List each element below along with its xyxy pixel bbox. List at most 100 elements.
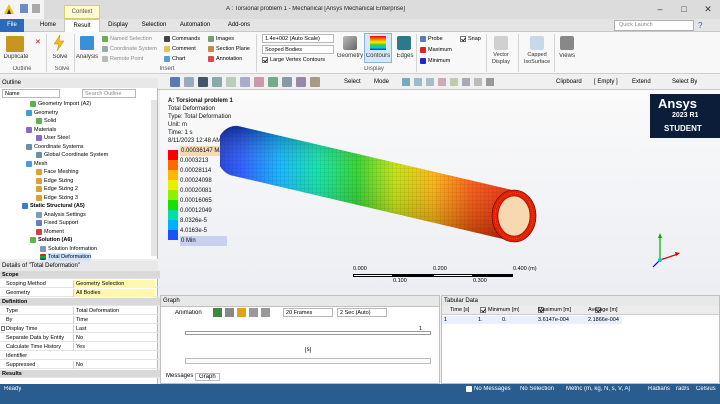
empty-selection-button[interactable]: [ Empty ]: [594, 74, 618, 90]
probe-button[interactable]: Probe: [420, 35, 443, 43]
tree-item-total-deformation[interactable]: Total Deformation: [40, 253, 92, 262]
images-button[interactable]: Images: [208, 35, 234, 43]
fit-icon[interactable]: [226, 77, 236, 87]
duplicate-icon[interactable]: [6, 36, 24, 52]
annotation-button[interactable]: Annotation: [208, 55, 242, 63]
details-row-calculate-time-history[interactable]: Calculate Time History Yes: [0, 343, 160, 351]
details-row-suppressed[interactable]: Suppressed No: [0, 361, 160, 369]
column-header-minimum[interactable]: Minimum [m]: [488, 307, 519, 313]
select-element-icon[interactable]: [450, 78, 458, 86]
status-selection[interactable]: No Selection: [520, 386, 554, 392]
select-edge-icon[interactable]: [426, 78, 434, 86]
previous-view-icon[interactable]: [282, 77, 292, 87]
tree-item-user-steel[interactable]: User Steel: [36, 134, 70, 142]
play-icon[interactable]: [213, 308, 222, 317]
tube-model[interactable]: [220, 120, 550, 250]
timeline-scrollbar[interactable]: [185, 358, 431, 364]
tree-item-edge-sizing-3[interactable]: Edge Sizing 3: [36, 194, 78, 202]
status-messages[interactable]: No Messages: [474, 386, 511, 392]
details-row-scoping-method[interactable]: Scoping Method Geometry Selection: [0, 280, 160, 288]
tab-result[interactable]: Result: [64, 19, 100, 32]
tree-item-solid[interactable]: Solid: [36, 117, 56, 125]
views-icon[interactable]: [560, 36, 574, 50]
pause-icon[interactable]: [225, 308, 234, 317]
close-button[interactable]: ✕: [696, 0, 720, 19]
comment-button[interactable]: Comment: [164, 45, 196, 53]
tab-home[interactable]: Home: [32, 19, 64, 32]
section-plane-button[interactable]: Section Plane: [208, 45, 250, 53]
stop-icon[interactable]: [237, 308, 246, 317]
next-frame-icon[interactable]: [261, 308, 270, 317]
duration-dropdown[interactable]: 2 Sec (Auto): [337, 308, 387, 317]
extend-dropdown[interactable]: Extend: [632, 74, 651, 90]
vector-display-icon[interactable]: [494, 36, 508, 50]
details-row-type[interactable]: Type Total Deformation: [0, 307, 160, 315]
column-header-average[interactable]: Average [m]: [588, 307, 618, 313]
next-view-icon[interactable]: [296, 77, 306, 87]
graphics-viewport[interactable]: A: Torsional problem 1 Total Deformation…: [160, 90, 720, 293]
tab-display[interactable]: Display: [100, 19, 136, 32]
solve-button[interactable]: Solve: [48, 54, 72, 60]
tree-item-moment[interactable]: Moment: [36, 228, 64, 236]
details-row-identifier[interactable]: Identifier: [0, 352, 160, 360]
analysis-button[interactable]: Analysis: [74, 54, 100, 60]
duplicate-button[interactable]: Duplicate: [0, 54, 32, 60]
tree-item-global-coordinate-system[interactable]: Global Coordinate System: [36, 151, 108, 159]
outline-scrollbar[interactable]: [151, 100, 157, 256]
table-row[interactable]: 1 1. 0. 3.6147e-004 2.1866e-004: [442, 316, 622, 324]
mode-dropdown[interactable]: Mode: [374, 74, 389, 90]
solve-icon[interactable]: [52, 35, 66, 51]
vector-display-button[interactable]: Vector Display: [486, 52, 516, 66]
coordinate-system-button[interactable]: Coordinate System: [102, 45, 157, 53]
maximize-button[interactable]: □: [672, 0, 696, 19]
quick-launch-input[interactable]: Quick Launch: [614, 20, 694, 31]
select-point-icon[interactable]: [402, 78, 410, 86]
tree-item-solution[interactable]: Solution (A6): [30, 236, 72, 244]
contours-button[interactable]: Contours: [364, 53, 392, 59]
select-body-icon[interactable]: [438, 78, 446, 86]
scoped-bodies-dropdown[interactable]: Scoped Bodies: [262, 45, 334, 54]
edges-icon[interactable]: [397, 36, 411, 50]
status-angle-units[interactable]: Radians: [648, 386, 670, 392]
geometry-button[interactable]: Geometry: [336, 53, 364, 59]
tab-file[interactable]: File: [0, 19, 24, 32]
previous-frame-icon[interactable]: [249, 308, 258, 317]
large-vertex-contours-checkbox[interactable]: [262, 57, 268, 63]
column-header-maximum[interactable]: Maximum [m]: [538, 307, 571, 313]
maximum-button[interactable]: Maximum: [420, 46, 452, 54]
details-row-geometry[interactable]: Geometry All Bodies: [0, 289, 160, 297]
details-row-definition[interactable]: Definition: [0, 298, 160, 306]
snap-checkbox[interactable]: [460, 36, 466, 42]
select-face-icon[interactable]: [414, 78, 422, 86]
tree-item-geometry[interactable]: Geometry: [26, 109, 58, 117]
timeline-bar[interactable]: [185, 331, 431, 335]
remote-point-button[interactable]: Remote Point: [102, 55, 143, 63]
large-vertex-contours-toggle[interactable]: Large Vertex Contours: [262, 56, 325, 64]
details-row-results[interactable]: Results: [0, 370, 160, 378]
tab-add-ons[interactable]: Add-ons: [220, 19, 258, 32]
frames-dropdown[interactable]: 20 Frames: [283, 308, 333, 317]
tree-item-static-structural[interactable]: Static Structural (A5): [22, 202, 85, 210]
select-by-dropdown[interactable]: Select By: [672, 74, 697, 90]
details-row-scope[interactable]: Scope: [0, 271, 160, 279]
views-button[interactable]: Views: [556, 53, 578, 59]
save-icon[interactable]: [20, 4, 28, 13]
tree-item-face-meshing[interactable]: Face Meshing: [36, 168, 79, 176]
capped-isosurface-button[interactable]: Capped IsoSurface: [520, 52, 554, 66]
tree-item-edge-sizing[interactable]: Edge Sizing: [36, 177, 73, 185]
box-zoom-icon[interactable]: [240, 77, 250, 87]
contours-icon[interactable]: [370, 36, 386, 50]
select-button[interactable]: Select: [344, 74, 361, 90]
details-row-display-time[interactable]: Display Time Last: [0, 325, 160, 333]
minimize-button[interactable]: –: [648, 0, 672, 19]
minimum-button[interactable]: Minimum: [420, 57, 450, 65]
snap-toggle[interactable]: Snap: [460, 35, 481, 43]
capped-isosurface-icon[interactable]: [530, 36, 544, 50]
tree-item-edge-sizing-2[interactable]: Edge Sizing 2: [36, 185, 78, 193]
column-header-time[interactable]: Time [s]: [450, 307, 469, 313]
tree-item-solution-information[interactable]: Solution Information: [40, 245, 97, 253]
column-minimum-checkbox[interactable]: [480, 307, 486, 313]
rotate-icon[interactable]: [198, 77, 208, 87]
tree-item-geometry-import[interactable]: Geometry Import (A2): [30, 100, 91, 108]
scale-dropdown[interactable]: 1.4e+002 (Auto Scale): [262, 34, 334, 43]
